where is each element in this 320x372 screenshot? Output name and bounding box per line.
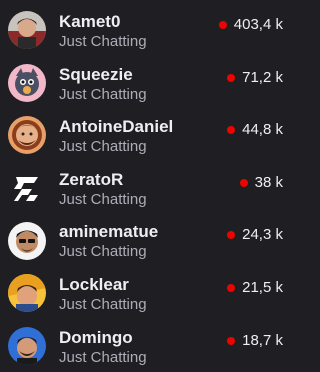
channel-item-squeezie[interactable]: Squeezie Just Chatting 71,2 k: [0, 57, 291, 110]
squeezie-avatar[interactable]: [8, 63, 46, 102]
channel-category: Just Chatting: [59, 33, 147, 50]
channel-category: Just Chatting: [59, 243, 147, 261]
channel-name[interactable]: Locklear: [59, 275, 209, 294]
channel-category: Just Chatting: [59, 190, 147, 208]
viewer-count: 44,8 k: [227, 121, 283, 139]
viewer-count-value: 71,2 k: [242, 68, 283, 86]
followed-channels-list: Kamet0 Just Chatting 403,4 k Squeezie Ju…: [0, 0, 291, 372]
viewer-count-value: 18,7 k: [242, 331, 283, 349]
viewer-count-value: 24,3 k: [242, 226, 283, 244]
live-dot-icon: [227, 336, 236, 345]
live-dot-icon: [218, 21, 227, 29]
antoinedaniel-avatar[interactable]: [8, 116, 46, 155]
channel-info: ZeratoR Just Chatting: [59, 170, 209, 209]
channel-item-zerator[interactable]: ZeratoR Just Chatting 38 k: [0, 162, 291, 215]
channel-name[interactable]: Kamet0: [59, 12, 209, 31]
aminematue-avatar[interactable]: [8, 221, 46, 260]
viewer-count: 18,7 k: [227, 332, 283, 350]
live-dot-icon: [227, 283, 236, 292]
channel-name[interactable]: AntoineDaniel: [59, 117, 209, 136]
channel-item-locklear[interactable]: Locklear Just Chatting 21,5 k: [0, 267, 291, 320]
locklear-avatar[interactable]: [8, 274, 46, 313]
channel-info: AntoineDaniel Just Chatting: [59, 117, 209, 156]
channel-info: Kamet0 Just Chatting: [59, 12, 209, 51]
live-dot-icon: [227, 126, 236, 135]
kamet0-avatar[interactable]: [8, 11, 46, 50]
viewer-count-value: 44,8 k: [242, 121, 283, 139]
live-dot-icon: [239, 178, 248, 187]
channel-item-kamet0[interactable]: Kamet0 Just Chatting 403,4 k: [0, 4, 291, 57]
viewer-count: 403,4 k: [218, 16, 283, 34]
zerator-logo-avatar[interactable]: [8, 169, 46, 208]
channel-item-domingo[interactable]: Domingo Just Chatting 18,7 k: [0, 320, 291, 372]
channel-name[interactable]: Domingo: [59, 328, 209, 347]
viewer-count: 38 k: [239, 173, 283, 192]
channel-category: Just Chatting: [59, 348, 147, 366]
viewer-count: 71,2 k: [227, 69, 283, 87]
channel-info: Squeezie Just Chatting: [59, 65, 209, 104]
channel-name[interactable]: ZeratoR: [59, 170, 209, 189]
viewer-count-value: 38 k: [254, 173, 283, 191]
channel-category: Just Chatting: [59, 85, 147, 103]
channel-info: Locklear Just Chatting: [59, 275, 209, 314]
channel-category: Just Chatting: [59, 138, 147, 156]
live-dot-icon: [227, 231, 236, 240]
channel-category: Just Chatting: [59, 295, 147, 313]
domingo-avatar[interactable]: [8, 326, 46, 365]
channel-item-aminematue[interactable]: aminematue Just Chatting 24,3 k: [0, 214, 291, 267]
channel-name[interactable]: Squeezie: [59, 65, 209, 84]
channel-name[interactable]: aminematue: [59, 222, 209, 241]
viewer-count: 21,5 k: [227, 279, 283, 297]
viewer-count-value: 21,5 k: [242, 278, 283, 296]
channel-info: aminematue Just Chatting: [59, 222, 209, 261]
channel-item-antoinedaniel[interactable]: AntoineDaniel Just Chatting 44,8 k: [0, 109, 291, 162]
live-dot-icon: [227, 73, 236, 82]
channel-info: Domingo Just Chatting: [59, 328, 209, 367]
viewer-count-value: 403,4 k: [233, 16, 283, 33]
viewer-count: 24,3 k: [227, 226, 283, 244]
